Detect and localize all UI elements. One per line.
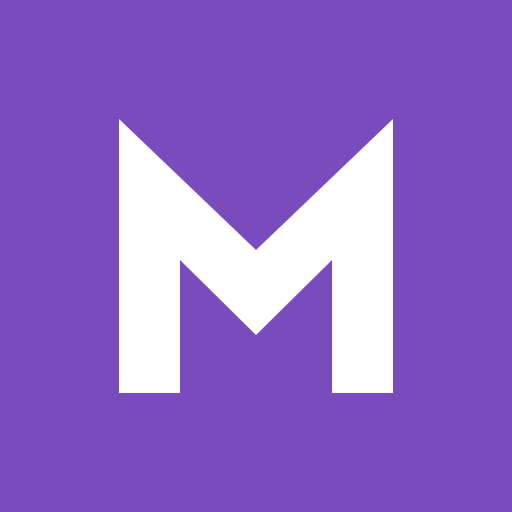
m-logo-icon <box>0 0 512 512</box>
app-icon[interactable] <box>0 0 512 512</box>
